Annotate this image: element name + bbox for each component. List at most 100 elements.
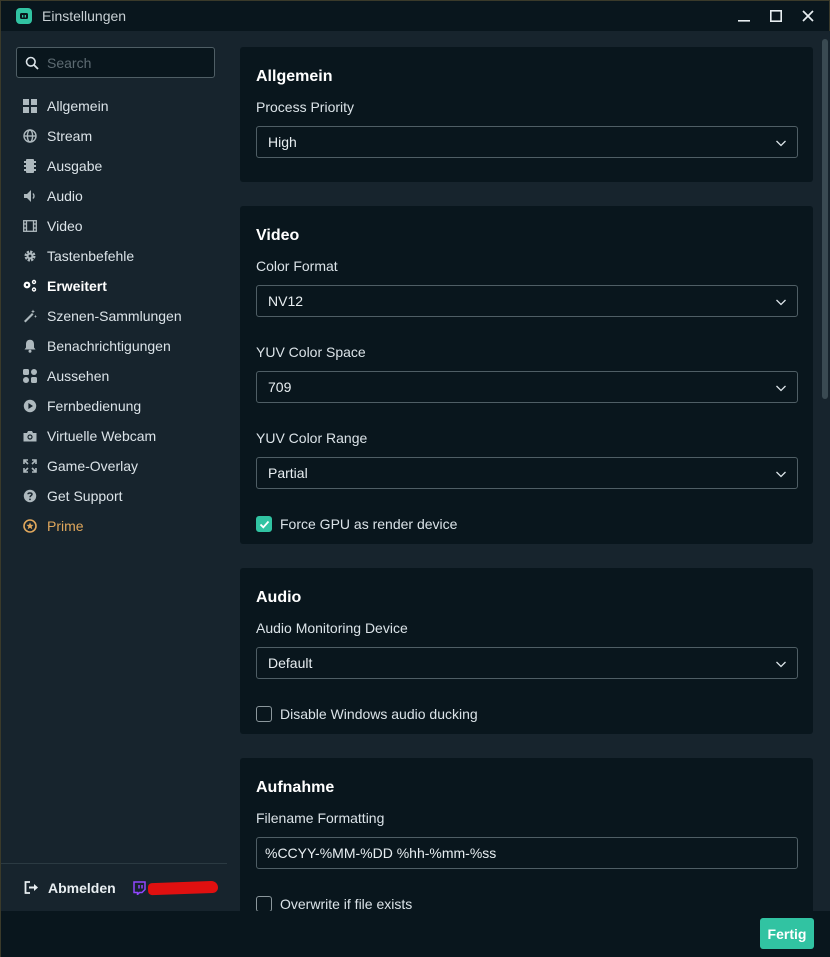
sidebar-item-label: Ausgabe — [47, 158, 103, 174]
twitch-icon — [132, 880, 146, 895]
process-priority-label: Process Priority — [256, 99, 355, 115]
gears-icon — [22, 278, 38, 294]
chevron-down-icon — [776, 661, 786, 668]
sidebar-item-label: Aussehen — [47, 368, 110, 384]
bell-icon — [22, 338, 38, 354]
title-bar: Einstellungen — [1, 1, 829, 31]
window-title: Einstellungen — [42, 8, 127, 24]
force-gpu-checkbox[interactable]: Force GPU as render device — [256, 516, 457, 532]
checkbox-unchecked[interactable] — [256, 896, 272, 911]
chevron-down-icon — [776, 385, 786, 392]
play-circle-icon — [22, 398, 38, 414]
sidebar-item-label: Erweitert — [47, 278, 107, 294]
redacted-username — [147, 880, 218, 895]
chevron-down-icon — [776, 471, 786, 478]
settings-content: Allgemein Process Priority High Video Co… — [227, 31, 819, 911]
yuv-color-range-label: YUV Color Range — [256, 430, 368, 446]
sidebar-item-label: Audio — [47, 188, 83, 204]
gear-icon — [22, 248, 38, 264]
color-format-label: Color Format — [256, 258, 338, 274]
sidebar-item-prime[interactable]: Prime — [1, 511, 227, 541]
section-title: Aufnahme — [256, 779, 335, 796]
section-recording: Aufnahme Filename Formatting Overwrite i… — [240, 758, 813, 911]
done-button[interactable]: Fertig — [760, 918, 814, 949]
checkbox-unchecked[interactable] — [256, 706, 272, 722]
sidebar-item-label: Allgemein — [47, 98, 109, 114]
section-title: Allgemein — [256, 68, 333, 85]
yuv-color-space-select[interactable]: 709 — [256, 371, 798, 403]
chevron-down-icon — [776, 299, 786, 306]
sidebar-item-label: Virtuelle Webcam — [47, 428, 157, 444]
settings-window: Einstellungen Allgemein St — [0, 0, 830, 957]
sidebar: Allgemein Stream Ausgabe Audio Video Tas… — [1, 31, 227, 911]
logout-icon — [24, 880, 40, 896]
sidebar-item-tastenbefehle[interactable]: Tastenbefehle — [1, 241, 227, 271]
expand-icon — [22, 458, 38, 474]
sidebar-item-label: Szenen-Sammlungen — [47, 308, 182, 324]
film-strip-icon — [22, 158, 38, 174]
sidebar-item-aussehen[interactable]: Aussehen — [1, 361, 227, 391]
sidebar-item-szenen-sammlungen[interactable]: Szenen-Sammlungen — [1, 301, 227, 331]
yuv-color-range-select[interactable]: Partial — [256, 457, 798, 489]
select-value: Partial — [268, 465, 308, 481]
section-video: Video Color Format NV12 YUV Color Space … — [240, 206, 813, 544]
prime-star-icon — [22, 518, 38, 534]
sidebar-item-label: Game-Overlay — [47, 458, 139, 474]
checkbox-label: Disable Windows audio ducking — [280, 706, 478, 722]
magic-wand-icon — [22, 308, 38, 324]
process-priority-select[interactable]: High — [256, 126, 798, 158]
sidebar-item-fernbedienung[interactable]: Fernbedienung — [1, 391, 227, 421]
yuv-color-space-label: YUV Color Space — [256, 344, 366, 360]
globe-icon — [22, 128, 38, 144]
film-icon — [22, 218, 38, 234]
sidebar-item-erweitert[interactable]: Erweitert — [1, 271, 227, 301]
section-audio: Audio Audio Monitoring Device Default Di… — [240, 568, 813, 734]
close-icon[interactable] — [801, 9, 815, 23]
search-box[interactable] — [16, 47, 215, 78]
question-icon — [22, 488, 38, 504]
minimize-icon[interactable] — [737, 9, 751, 23]
sidebar-item-game-overlay[interactable]: Game-Overlay — [1, 451, 227, 481]
color-format-select[interactable]: NV12 — [256, 285, 798, 317]
sidebar-item-ausgabe[interactable]: Ausgabe — [1, 151, 227, 181]
audio-ducking-checkbox[interactable]: Disable Windows audio ducking — [256, 706, 478, 722]
sidebar-nav: Allgemein Stream Ausgabe Audio Video Tas… — [1, 91, 227, 541]
sidebar-item-label: Get Support — [47, 488, 123, 504]
tiles-icon — [22, 368, 38, 384]
audio-monitoring-label: Audio Monitoring Device — [256, 620, 408, 636]
select-value: 709 — [268, 379, 292, 395]
overwrite-file-checkbox[interactable]: Overwrite if file exists — [256, 896, 412, 911]
sidebar-item-audio[interactable]: Audio — [1, 181, 227, 211]
app-logo-icon — [16, 8, 32, 24]
logout-label: Abmelden — [48, 879, 116, 896]
sidebar-item-label: Prime — [47, 518, 84, 534]
sidebar-item-get-support[interactable]: Get Support — [1, 481, 227, 511]
filename-formatting-input[interactable] — [265, 845, 785, 861]
checkbox-checked[interactable] — [256, 516, 272, 532]
scrollbar-thumb[interactable] — [822, 39, 828, 399]
sidebar-item-video[interactable]: Video — [1, 211, 227, 241]
filename-formatting-field[interactable] — [256, 837, 798, 869]
sidebar-item-label: Tastenbefehle — [47, 248, 135, 264]
section-title: Audio — [256, 589, 302, 606]
maximize-icon[interactable] — [769, 9, 783, 23]
logout-button[interactable]: Abmelden — [24, 880, 116, 896]
sidebar-item-stream[interactable]: Stream — [1, 121, 227, 151]
search-input[interactable] — [47, 54, 207, 71]
select-value: High — [268, 134, 297, 150]
select-value: Default — [268, 655, 313, 671]
audio-monitoring-select[interactable]: Default — [256, 647, 798, 679]
checkmark-icon — [259, 520, 269, 529]
checkbox-label: Force GPU as render device — [280, 516, 458, 532]
sidebar-item-virtuelle-webcam[interactable]: Virtuelle Webcam — [1, 421, 227, 451]
sidebar-item-label: Stream — [47, 128, 93, 144]
sidebar-footer: Abmelden — [1, 863, 227, 911]
sidebar-item-label: Benachrichtigungen — [47, 338, 171, 354]
sidebar-item-allgemein[interactable]: Allgemein — [1, 91, 227, 121]
scrollbar[interactable] — [819, 31, 830, 911]
sidebar-item-benachrichtigungen[interactable]: Benachrichtigungen — [1, 331, 227, 361]
sidebar-item-label: Fernbedienung — [47, 398, 142, 414]
filename-formatting-label: Filename Formatting — [256, 810, 385, 826]
search-icon — [25, 56, 39, 70]
camera-icon — [22, 428, 38, 444]
